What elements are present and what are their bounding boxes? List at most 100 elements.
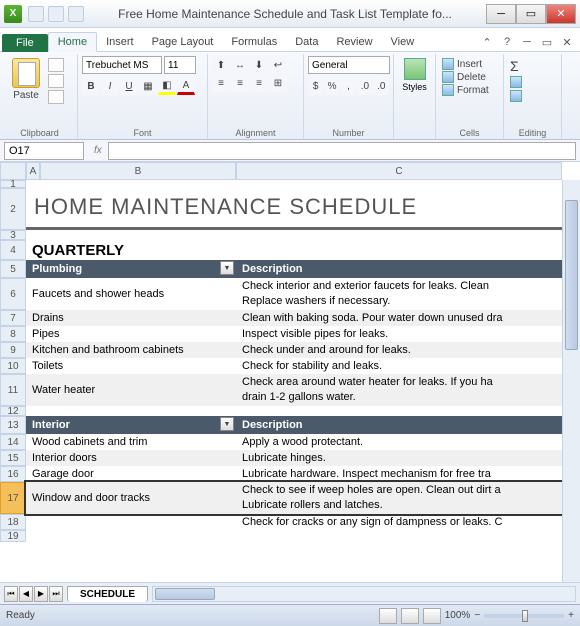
inc-decimal[interactable]: .0 xyxy=(357,77,372,95)
underline-button[interactable]: U xyxy=(120,77,138,95)
vertical-scrollbar[interactable] xyxy=(562,180,580,582)
table-row[interactable]: Faucets and shower headsCheck interior a… xyxy=(26,278,562,310)
zoom-in[interactable]: + xyxy=(568,610,574,621)
row-header-7[interactable]: 7 xyxy=(0,310,26,326)
font-color-button[interactable]: A xyxy=(177,77,195,95)
comma-button[interactable]: , xyxy=(341,77,356,95)
row-header-17[interactable]: 17 xyxy=(0,482,26,514)
table-row[interactable]: DrainsClean with baking soda. Pour water… xyxy=(26,310,562,326)
col-header-C[interactable]: C xyxy=(236,162,562,180)
autosum-button[interactable]: Σ xyxy=(510,58,555,74)
bold-button[interactable]: B xyxy=(82,77,100,95)
delete-cells-button[interactable]: Delete xyxy=(442,71,497,83)
number-format-select[interactable]: General xyxy=(308,56,390,74)
qat-save[interactable] xyxy=(28,6,44,22)
normal-view[interactable] xyxy=(379,608,397,624)
row-header-9[interactable]: 9 xyxy=(0,342,26,358)
format-cells-button[interactable]: Format xyxy=(442,84,497,96)
formula-bar[interactable] xyxy=(108,142,576,160)
row-header-15[interactable]: 15 xyxy=(0,450,26,466)
row-header-18[interactable]: 18 xyxy=(0,514,26,530)
row-header-16[interactable]: 16 xyxy=(0,466,26,482)
table-row[interactable]: Water heaterCheck area around water heat… xyxy=(26,374,562,406)
formulas-tab[interactable]: Formulas xyxy=(222,33,286,51)
align-bot[interactable]: ⬇ xyxy=(250,56,268,74)
col-header-interior[interactable]: Interior▼ xyxy=(26,416,236,434)
close-button[interactable]: ✕ xyxy=(546,4,576,24)
row-header-4[interactable]: 4 xyxy=(0,240,26,260)
copy-button[interactable] xyxy=(48,74,64,88)
col-header-B[interactable]: B xyxy=(40,162,236,180)
page-break-view[interactable] xyxy=(423,608,441,624)
col-header-description[interactable]: Description xyxy=(236,260,562,278)
table-row[interactable]: ToiletsCheck for stability and leaks. xyxy=(26,358,562,374)
sheet-tab-schedule[interactable]: SCHEDULE xyxy=(67,586,148,602)
italic-button[interactable]: I xyxy=(101,77,119,95)
select-all-corner[interactable] xyxy=(0,162,26,180)
font-size-select[interactable]: 11 xyxy=(164,56,196,74)
insert-tab[interactable]: Insert xyxy=(97,33,143,51)
next-sheet[interactable]: ▶ xyxy=(34,586,48,602)
align-mid[interactable]: ↔ xyxy=(231,56,249,74)
first-sheet[interactable]: ⏮ xyxy=(4,586,18,602)
align-top[interactable]: ⬆ xyxy=(212,56,230,74)
currency-button[interactable]: $ xyxy=(308,77,323,95)
align-left[interactable]: ≡ xyxy=(212,74,230,92)
format-painter-button[interactable] xyxy=(48,90,64,104)
percent-button[interactable]: % xyxy=(324,77,339,95)
align-center[interactable]: ≡ xyxy=(231,74,249,92)
row-header-12[interactable]: 12 xyxy=(0,406,26,416)
data-tab[interactable]: Data xyxy=(286,33,327,51)
col-header-description[interactable]: Description xyxy=(236,416,562,434)
mdi-min[interactable]: ─ xyxy=(518,33,536,51)
file-tab[interactable]: File xyxy=(2,34,48,52)
qat-undo[interactable] xyxy=(48,6,64,22)
col-header-A[interactable]: A xyxy=(26,162,40,180)
qat-redo[interactable] xyxy=(68,6,84,22)
scroll-thumb[interactable] xyxy=(565,200,578,350)
row-header-3[interactable]: 3 xyxy=(0,230,26,240)
row-header-11[interactable]: 11 xyxy=(0,374,26,406)
row-header-10[interactable]: 10 xyxy=(0,358,26,374)
view-tab[interactable]: View xyxy=(382,33,424,51)
page-layout-view[interactable] xyxy=(401,608,419,624)
maximize-button[interactable]: ▭ xyxy=(516,4,546,24)
fx-label[interactable]: fx xyxy=(88,145,108,156)
row-header-1[interactable]: 1 xyxy=(0,180,26,188)
help-button[interactable]: ? xyxy=(498,33,516,51)
minimize-button[interactable]: ─ xyxy=(486,4,516,24)
zoom-out[interactable]: − xyxy=(474,610,480,621)
clear-button[interactable] xyxy=(510,90,555,102)
row-header-6[interactable]: 6 xyxy=(0,278,26,310)
filter-icon[interactable]: ▼ xyxy=(220,417,234,431)
wrap-text[interactable]: ↩ xyxy=(269,56,287,74)
mdi-close[interactable]: ✕ xyxy=(558,33,576,51)
table-row[interactable]: PipesInspect visible pipes for leaks. xyxy=(26,326,562,342)
border-button[interactable]: ▦ xyxy=(139,77,157,95)
row-header-19[interactable]: 19 xyxy=(0,530,26,542)
fill-button[interactable] xyxy=(510,76,555,88)
fill-color-button[interactable]: ◧ xyxy=(158,77,176,95)
cut-button[interactable] xyxy=(48,58,64,72)
merge-button[interactable]: ⊞ xyxy=(269,74,287,92)
mdi-restore[interactable]: ▭ xyxy=(538,33,556,51)
dec-decimal[interactable]: .0 xyxy=(374,77,389,95)
row-header-14[interactable]: 14 xyxy=(0,434,26,450)
zoom-slider[interactable] xyxy=(484,614,564,618)
last-sheet[interactable]: ⏭ xyxy=(49,586,63,602)
home-tab[interactable]: Home xyxy=(48,32,97,52)
table-row[interactable]: Window and door tracksCheck to see if we… xyxy=(26,482,562,514)
filter-icon[interactable]: ▼ xyxy=(220,261,234,275)
row-header-13[interactable]: 13 xyxy=(0,416,26,434)
insert-cells-button[interactable]: Insert xyxy=(442,58,497,70)
horizontal-scrollbar[interactable] xyxy=(152,586,576,602)
styles-button[interactable]: Styles xyxy=(400,58,429,106)
align-right[interactable]: ≡ xyxy=(250,74,268,92)
table-row[interactable]: Garage doorLubricate hardware. Inspect m… xyxy=(26,466,562,482)
name-box[interactable]: O17 xyxy=(4,142,84,160)
row-header-2[interactable]: 2 xyxy=(0,188,26,230)
row-header-8[interactable]: 8 xyxy=(0,326,26,342)
prev-sheet[interactable]: ◀ xyxy=(19,586,33,602)
table-row[interactable]: Check for cracks or any sign of dampness… xyxy=(26,514,562,530)
table-row[interactable]: Interior doorsLubricate hinges. xyxy=(26,450,562,466)
